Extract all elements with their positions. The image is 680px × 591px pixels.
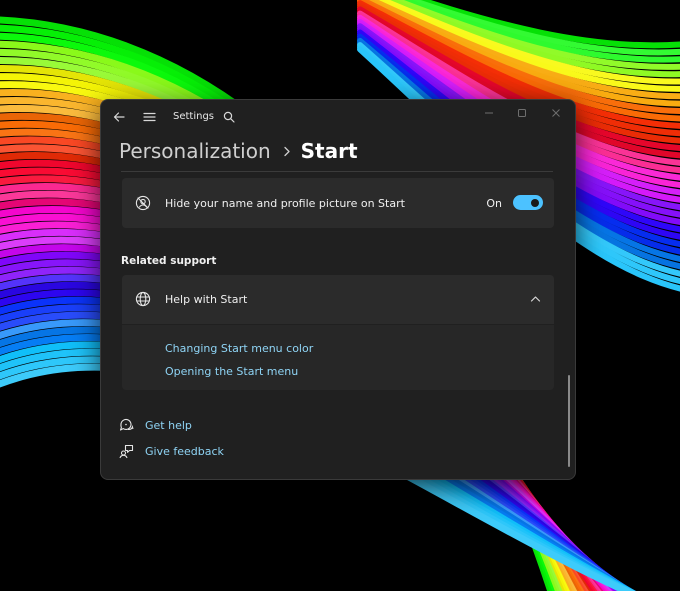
help-chat-icon — [118, 417, 134, 433]
chevron-right-icon — [283, 146, 291, 157]
hamburger-menu-icon[interactable] — [141, 109, 157, 125]
link-opening-start-menu[interactable]: Opening the Start menu — [165, 365, 298, 378]
setting-hide-name-label: Hide your name and profile picture on St… — [165, 197, 405, 210]
breadcrumb-parent[interactable]: Personalization — [119, 139, 271, 163]
toggle-state-label: On — [486, 197, 502, 210]
get-help-link[interactable]: Get help — [145, 419, 192, 432]
hide-name-toggle[interactable] — [513, 195, 543, 210]
divider — [121, 171, 553, 172]
toggle-knob — [531, 198, 539, 207]
back-arrow-icon[interactable] — [111, 109, 127, 125]
feedback-icon — [118, 443, 134, 459]
help-links-panel: Changing Start menu color Opening the St… — [122, 325, 554, 390]
help-with-start-card[interactable]: Help with Start — [122, 275, 554, 324]
app-title: Settings — [173, 111, 215, 122]
settings-window: Settings Personalization Start Hide your… — [100, 99, 576, 480]
help-with-start-label: Help with Start — [165, 293, 248, 306]
chevron-up-icon[interactable] — [526, 290, 544, 308]
give-feedback-link[interactable]: Give feedback — [145, 445, 224, 458]
setting-hide-name-card: Hide your name and profile picture on St… — [122, 178, 554, 228]
maximize-icon[interactable] — [512, 104, 532, 122]
globe-icon — [134, 290, 152, 308]
search-icon[interactable] — [221, 109, 237, 125]
title-bar: Settings — [101, 100, 575, 134]
close-icon[interactable] — [546, 104, 566, 122]
minimize-icon[interactable] — [479, 104, 499, 122]
related-support-heading: Related support — [121, 255, 217, 267]
profile-hidden-icon — [134, 194, 152, 212]
link-changing-start-menu-color[interactable]: Changing Start menu color — [165, 342, 313, 355]
page-title: Start — [300, 139, 358, 163]
scrollbar[interactable] — [568, 375, 570, 467]
breadcrumb: Personalization Start — [119, 136, 358, 166]
